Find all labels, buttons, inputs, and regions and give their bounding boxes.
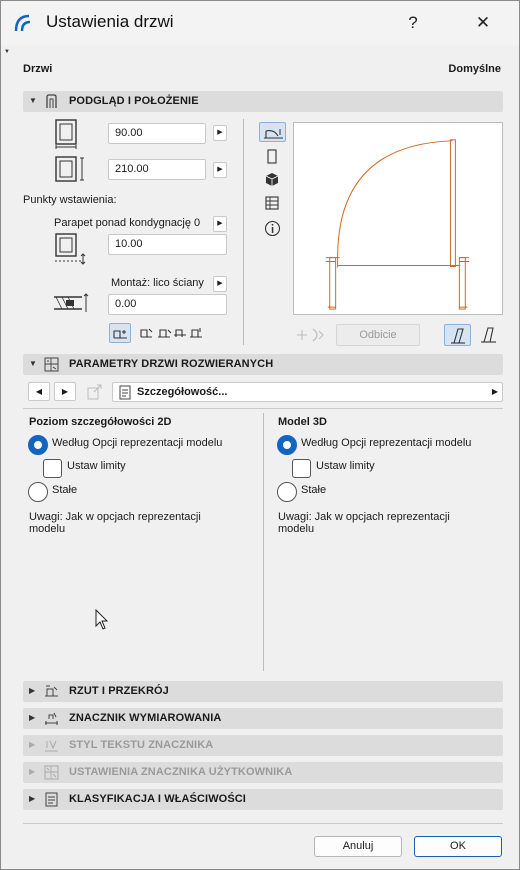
custom-marker-icon (44, 765, 59, 780)
checkbox-2d-limits-label: Ustaw limity (67, 460, 126, 472)
section-preview-position[interactable]: ▼ PODGLĄD I POŁOŻENIE (23, 91, 503, 112)
note-2d-line1: Uwagi: Jak w opcjach reprezentacji (29, 511, 201, 523)
collapsed-arrow-icon: ▶ (29, 686, 36, 695)
ok-button[interactable]: OK (414, 836, 502, 857)
height-arrow-button[interactable]: ▶ (213, 162, 227, 178)
wall-reveal-icon (54, 293, 89, 312)
section-label: PARAMETRY DRZWI ROZWIERANYCH (69, 358, 274, 370)
collapsed-arrow-icon: ▶ (29, 740, 36, 749)
favorites-label[interactable]: Domyślne (448, 63, 501, 75)
radio-3d-fixed[interactable] (277, 482, 297, 502)
section-classification[interactable]: ▶ KLASYFIKACJA I WŁAŚCIWOŚCI (23, 789, 503, 810)
params-grid-icon (44, 357, 59, 372)
mount-offset-input[interactable]: 0.00 (108, 294, 227, 315)
section-label: PODGLĄD I POŁOŻENIE (69, 95, 199, 107)
expanded-arrow-icon: ▼ (29, 96, 37, 105)
next-page-button[interactable]: ▶ (54, 382, 76, 401)
door-settings-dialog: Ustawienia drzwi ? ✕ ▼ Drzwi Domyślne ▼ … (0, 0, 520, 870)
title-bar: Ustawienia drzwi ? ✕ (1, 1, 519, 45)
page-icon (119, 385, 131, 400)
sill-height-icon (55, 233, 86, 265)
anchor-mode-5-icon[interactable] (187, 323, 209, 343)
cancel-button[interactable]: Anuluj (314, 836, 402, 857)
mirror-button[interactable]: Odbicie (336, 324, 420, 346)
door-width-icon (55, 119, 77, 149)
radio-3d-model-options-label: Według Opcji reprezentacji modelu (301, 437, 472, 449)
params-column-divider (263, 413, 264, 671)
radio-2d-fixed-label: Stałe (52, 484, 78, 496)
sill-reference-label: Parapet ponad kondygnację 0 (54, 217, 201, 229)
radio-2d-model-options-label: Według Opcji reprezentacji modelu (52, 437, 223, 449)
archicad-logo-icon (14, 14, 31, 32)
section-label: KLASYFIKACJA I WŁAŚCIWOŚCI (69, 793, 246, 805)
model-3d-title: Model 3D (278, 416, 327, 428)
door-frame-icon (46, 94, 57, 108)
checkbox-3d-limits[interactable] (292, 459, 311, 478)
elevation-view-icon[interactable] (265, 149, 279, 165)
mount-label: Montaż: lico ściany (111, 277, 204, 289)
door-height-icon (55, 156, 84, 182)
collapsed-arrow-icon: ▶ (29, 794, 36, 803)
section-plan-section[interactable]: ▶ RZUT I PRZEKRÓJ (23, 681, 503, 702)
collapsed-arrow-icon: ▶ (29, 713, 36, 722)
opening-side-2-icon[interactable] (476, 324, 502, 346)
mount-arrow-button[interactable]: ▶ (213, 276, 227, 292)
window-title: Ustawienia drzwi (46, 12, 174, 31)
dropdown-value: Szczegółowość... (137, 386, 228, 398)
height-input[interactable]: 210.00 (108, 159, 206, 180)
collapse-triangle-icon[interactable]: ▼ (4, 49, 10, 55)
collapsed-arrow-icon: ▶ (29, 767, 36, 776)
door-plan-drawing (325, 139, 470, 310)
text-style-icon (45, 740, 58, 752)
params-top-divider (23, 408, 503, 409)
plan-view-icon[interactable] (259, 122, 286, 142)
anchor-points-label: Punkty wstawienia: (23, 194, 117, 206)
sill-reference-arrow-button[interactable]: ▶ (213, 216, 227, 232)
info-icon[interactable] (264, 220, 281, 237)
section-label: RZUT I PRZEKRÓJ (69, 685, 169, 697)
width-input[interactable]: 90.00 (108, 123, 206, 144)
element-type-label: Drzwi (23, 63, 53, 75)
expanded-arrow-icon: ▼ (29, 359, 37, 368)
close-button[interactable]: ✕ (463, 7, 503, 39)
checkbox-3d-limits-label: Ustaw limity (316, 460, 375, 472)
rotate-mirror-icon (297, 328, 324, 342)
prev-page-button[interactable]: ◀ (28, 382, 50, 401)
footer-divider (23, 823, 503, 824)
radio-2d-model-options[interactable] (28, 435, 48, 455)
3d-view-icon[interactable] (264, 172, 280, 188)
radio-2d-fixed[interactable] (28, 482, 48, 502)
section-label: ZNACZNIK WYMIAROWANIA (69, 712, 222, 724)
radio-3d-fixed-label: Stałe (301, 484, 327, 496)
sill-input[interactable]: 10.00 (108, 234, 227, 255)
radio-3d-model-options[interactable] (277, 435, 297, 455)
note-2d-line2: modelu (29, 523, 66, 535)
classification-icon (45, 792, 58, 807)
mouse-cursor-icon (95, 609, 109, 630)
dropdown-arrow-icon: ▶ (491, 387, 498, 396)
list-view-icon[interactable] (264, 195, 280, 211)
dimension-marker-icon (45, 712, 58, 725)
width-arrow-button[interactable]: ▶ (213, 125, 227, 141)
export-page-icon (87, 384, 102, 400)
plan-section-icon (45, 685, 58, 697)
section-dimension-marker[interactable]: ▶ ZNACZNIK WYMIAROWANIA (23, 708, 503, 729)
note-3d-line1: Uwagi: Jak w opcjach reprezentacji (278, 511, 450, 523)
anchor-mode-1-icon[interactable] (109, 323, 131, 343)
note-3d-line2: modelu (278, 523, 315, 535)
section-label: USTAWIENIA ZNACZNIKA UŻYTKOWNIKA (69, 766, 293, 778)
section-custom-marker[interactable]: ▶ USTAWIENIA ZNACZNIKA UŻYTKOWNIKA (23, 762, 503, 783)
detail-2d-title: Poziom szczegółowości 2D (29, 416, 172, 428)
section-marker-text-style[interactable]: ▶ STYL TEKSTU ZNACZNIKA (23, 735, 503, 756)
help-button[interactable]: ? (393, 7, 433, 39)
section-label: STYL TEKSTU ZNACZNIKA (69, 739, 214, 751)
vertical-divider (243, 119, 244, 345)
parameter-page-dropdown[interactable]: Szczegółowość... ▶ (112, 382, 503, 402)
section-door-params[interactable]: ▼ PARAMETRY DRZWI ROZWIERANYCH (23, 354, 503, 375)
checkbox-2d-limits[interactable] (43, 459, 62, 478)
door-preview-canvas (293, 122, 503, 315)
opening-side-1-icon[interactable] (444, 324, 471, 346)
